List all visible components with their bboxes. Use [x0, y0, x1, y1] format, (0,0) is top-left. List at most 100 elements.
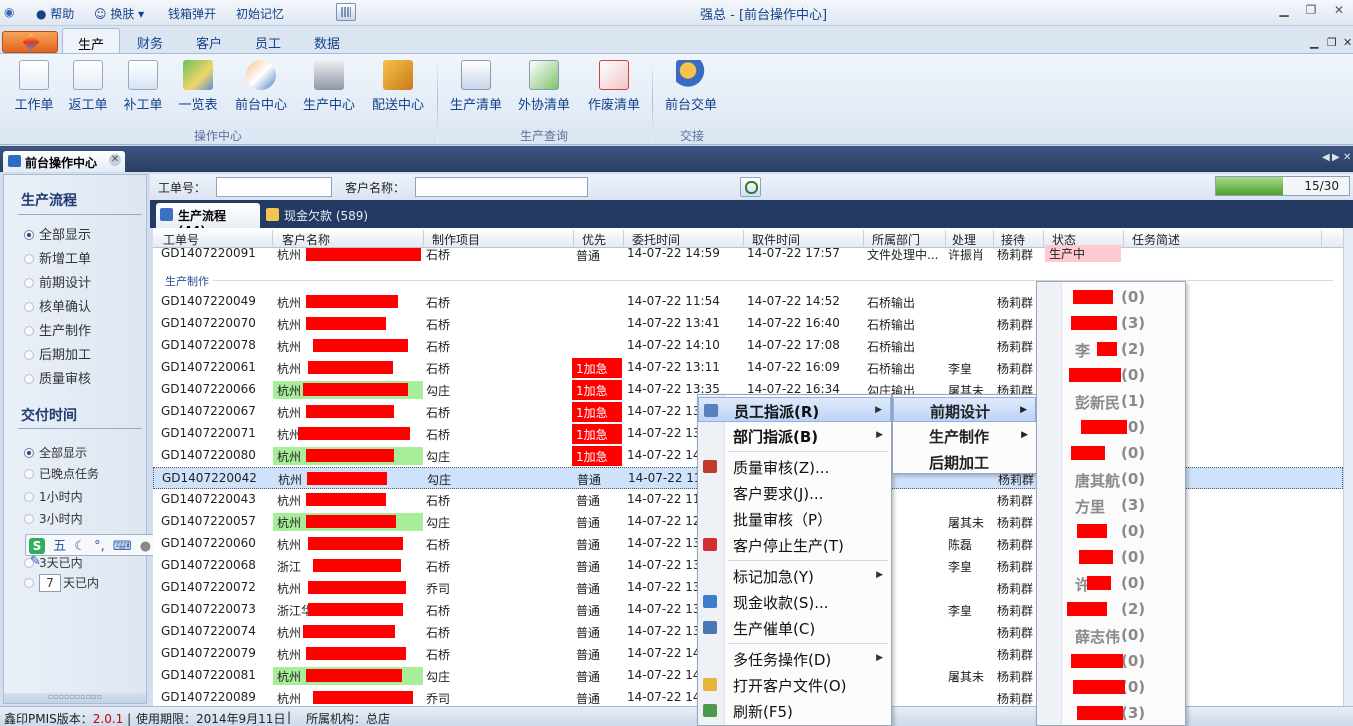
staff-menu-item[interactable]: 薛志伟 (0) [1067, 622, 1185, 648]
delivery-option-1h[interactable]: 1小时内 [24, 488, 83, 505]
supplement-order-button[interactable]: 补工单 [121, 60, 165, 113]
staff-menu-item[interactable]: 方里 (3) [1067, 492, 1185, 518]
staff-menu-item[interactable]: (0) [1067, 544, 1185, 570]
submenu-item-design[interactable]: 前期设计 ▶ [893, 397, 1036, 422]
col-separator[interactable] [945, 230, 946, 246]
wrench-icon[interactable]: ✎ [30, 554, 41, 569]
close-icon[interactable]: ✕ [1330, 3, 1348, 19]
flow-option-new[interactable]: 新增工单 [24, 248, 91, 267]
menu-item[interactable]: 批量审核（P） [698, 506, 891, 531]
ime-toolbar[interactable]: S 五 ☾ °, ⌨ ● ✎ [25, 534, 169, 569]
moon-icon[interactable]: ☾ [74, 539, 86, 554]
menu-item[interactable]: 客户要求(J)... [698, 480, 891, 505]
staff-menu-item[interactable]: (0) [1067, 284, 1185, 310]
staff-menu-item[interactable]: 彭新民 (1) [1067, 388, 1185, 414]
submenu-item-production[interactable]: 生产制作 ▶ [893, 423, 1036, 448]
tab-production[interactable]: 生产 [62, 28, 120, 54]
ime-mode-label[interactable]: 五 [53, 535, 66, 554]
days-input[interactable]: 7 [39, 574, 61, 592]
staff-menu-item[interactable]: (2) [1067, 596, 1185, 622]
col-separator[interactable] [423, 230, 424, 246]
staff-menu-item[interactable]: (0) [1067, 414, 1185, 440]
col-separator[interactable] [1043, 230, 1044, 246]
production-center-button[interactable]: 生产中心 [301, 60, 357, 113]
front-desk-center-button[interactable]: 前台中心 [233, 60, 289, 113]
doc-tab-front-desk[interactable]: 前台操作中心 ✕ [3, 151, 125, 172]
delivery-option-3h[interactable]: 3小时内 [24, 510, 83, 527]
menu-item[interactable]: 打开客户文件(O) [698, 672, 891, 697]
menu-item[interactable]: 员工指派(R) ▶ [698, 397, 891, 422]
customer-name-input[interactable] [415, 177, 588, 197]
table-row[interactable]: GD1407220091 杭州 石桥 普通 14-07-22 14:59 14-… [153, 245, 1343, 263]
tab-prev-icon[interactable]: ◀ [1322, 152, 1330, 163]
menu-item[interactable]: 多任务操作(D) ▶ [698, 646, 891, 671]
tab-close-all-icon[interactable]: ✕ [1343, 152, 1351, 163]
menu-item[interactable]: 标记加急(Y) ▶ [698, 563, 891, 588]
menu-item[interactable]: 刷新(F5) [698, 698, 891, 723]
skin-button[interactable]: ☺ 换肤 ▾ [94, 5, 144, 22]
delivery-option-all[interactable]: 全部显示 [24, 444, 87, 461]
staff-menu-item[interactable]: 许 (0) [1067, 570, 1185, 596]
tab-cash-debt[interactable]: 现金欠款 (589) [262, 203, 374, 228]
tab-staff[interactable]: 员工 [239, 28, 297, 54]
staff-menu-item[interactable]: (3) [1067, 310, 1185, 336]
tab-customer[interactable]: 客户 [180, 28, 238, 54]
front-handover-button[interactable]: 前台交单 [662, 60, 720, 113]
flow-option-design[interactable]: 前期设计 [24, 272, 91, 291]
col-separator[interactable] [1123, 230, 1124, 246]
minimize-icon[interactable]: ▁ [1275, 3, 1293, 19]
submenu-item-post[interactable]: 后期加工 [893, 449, 1036, 474]
flow-option-all[interactable]: 全部显示 [24, 224, 91, 243]
staff-menu-item[interactable]: 唐其航 (0) [1067, 466, 1185, 492]
app-menu-orb-icon[interactable] [2, 31, 58, 53]
tab-data[interactable]: 数据 [298, 28, 356, 54]
panel-resize-grip[interactable]: ▫▫▫▫▫▫▫▫▫▫ [4, 693, 146, 703]
staff-menu-item[interactable]: (0) [1067, 518, 1185, 544]
col-separator[interactable] [623, 230, 624, 246]
menu-item[interactable]: 部门指派(B) ▶ [698, 423, 891, 448]
col-separator[interactable] [993, 230, 994, 246]
punctuation-icon[interactable]: °, [94, 539, 105, 554]
search-icon[interactable] [740, 177, 761, 197]
rework-order-button[interactable]: 返工单 [66, 60, 110, 113]
staff-menu-item[interactable]: 李 (2) [1067, 336, 1185, 362]
calculator-icon[interactable] [336, 3, 356, 21]
col-separator[interactable] [573, 230, 574, 246]
delivery-option-late[interactable]: 已晚点任务 [24, 465, 99, 482]
initial-memory-button[interactable]: 初始记忆 [236, 5, 284, 22]
menu-item[interactable]: 客户停止生产(T) [698, 532, 891, 557]
mdi-minimize-icon[interactable]: ▁ [1310, 36, 1318, 49]
cashbox-button[interactable]: 钱箱弹开 [168, 5, 216, 22]
tab-production-flow[interactable]: 生产流程 (44) [156, 203, 260, 238]
tab-finance[interactable]: 财务 [121, 28, 179, 54]
col-separator[interactable] [272, 230, 273, 246]
mdi-close-icon[interactable]: ✕ [1343, 36, 1352, 49]
tab-next-icon[interactable]: ▶ [1332, 152, 1340, 163]
menu-item[interactable]: 生产催单(C) [698, 615, 891, 640]
help-button[interactable]: ● 帮助 [36, 5, 74, 22]
vertical-scrollbar[interactable] [1343, 228, 1353, 706]
flow-option-post[interactable]: 后期加工 [24, 344, 91, 363]
work-order-button[interactable]: 工作单 [12, 60, 56, 113]
col-separator[interactable] [1321, 230, 1322, 246]
menu-item[interactable]: 现金收款(S)... [698, 589, 891, 614]
production-list-button[interactable]: 生产清单 [448, 60, 504, 113]
restore-icon[interactable]: ❐ [1302, 3, 1320, 19]
delivery-option-custom[interactable]: 7 天已内 [24, 574, 99, 592]
mdi-restore-icon[interactable]: ❐ [1327, 36, 1337, 49]
overview-button[interactable]: 一览表 [176, 60, 220, 113]
staff-menu-item[interactable]: (3) [1067, 700, 1185, 726]
flow-option-confirm[interactable]: 核单确认 [24, 296, 91, 315]
staff-menu-item[interactable]: (0) [1067, 648, 1185, 674]
staff-menu-item[interactable]: (0) [1067, 440, 1185, 466]
void-list-button[interactable]: 作废清单 [586, 60, 642, 113]
col-separator[interactable] [863, 230, 864, 246]
keyboard-icon[interactable]: ⌨ [113, 539, 132, 554]
staff-menu-item[interactable]: (0) [1067, 674, 1185, 700]
col-separator[interactable] [743, 230, 744, 246]
user-icon[interactable]: ● [140, 539, 151, 554]
flow-option-quality[interactable]: 质量审核 [24, 368, 91, 387]
staff-menu-item[interactable]: (0) [1067, 362, 1185, 388]
close-tab-icon[interactable]: ✕ [109, 154, 121, 166]
order-no-input[interactable] [216, 177, 332, 197]
